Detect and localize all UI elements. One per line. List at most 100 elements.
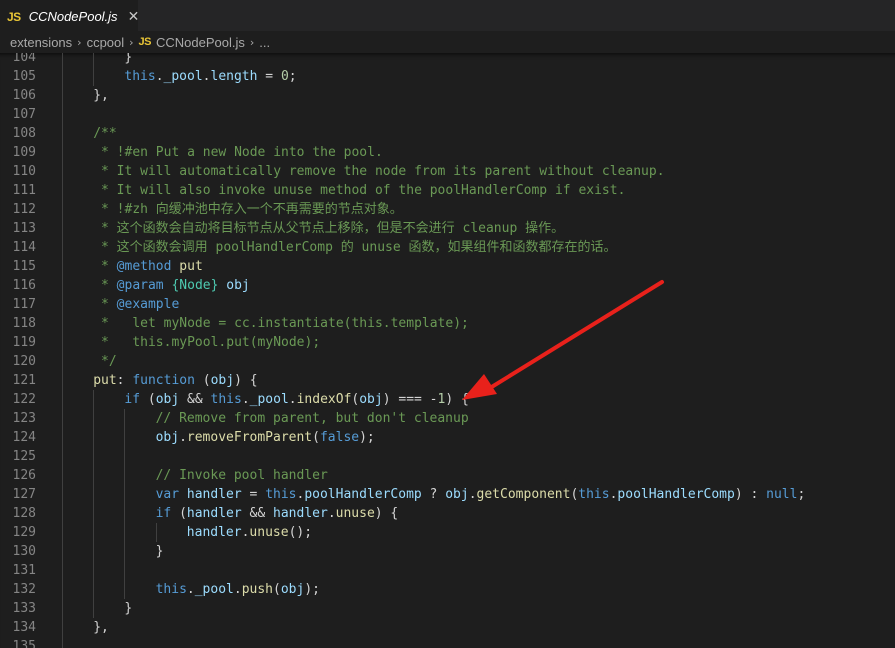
code-line[interactable]: 127 var handler = this. poolHandlerComp ? … xyxy=(0,485,895,504)
line-number: 125 xyxy=(12,449,36,464)
code-line[interactable]: 128 if (handler && handler.unuse) { xyxy=(0,504,895,523)
code-text: }, xyxy=(93,618,109,637)
indent-guide xyxy=(93,542,95,561)
tab-ccnodepool[interactable]: JS CCNodePool.js ✕ xyxy=(0,0,140,32)
line-number: 110 xyxy=(12,164,36,179)
indent-guide xyxy=(62,143,63,162)
code-token: * this.myPool.put(myNode); xyxy=(93,335,321,350)
line-number: 119 xyxy=(12,335,36,350)
line-number: 113 xyxy=(12,221,36,236)
breadcrumb-ccpool[interactable]: ccpool xyxy=(87,35,125,50)
code-text: this._pool.length = 0; xyxy=(124,67,296,86)
indent-guide xyxy=(62,371,63,390)
code-line[interactable]: 115 * @method put xyxy=(0,257,895,276)
code-token: * let myNode = cc.instantiate(this.templ… xyxy=(93,316,469,331)
close-icon[interactable]: ✕ xyxy=(128,9,140,25)
indent-guide xyxy=(62,580,63,599)
code-token: . xyxy=(468,487,477,502)
code-token: ( xyxy=(312,430,320,445)
code-text: * @example xyxy=(93,295,179,314)
code-line[interactable]: 112 * !#zh 向缓冲池中存入一个不再需要的节点对象。 xyxy=(0,200,895,219)
breadcrumb-symbol[interactable]: ... xyxy=(259,35,270,50)
indent-guide xyxy=(62,314,63,333)
code-text: var handler = this. poolHandlerComp ? obj… xyxy=(156,485,806,504)
code-line[interactable]: 131 xyxy=(0,561,895,580)
code-text: // Remove from parent, but don't cleanup xyxy=(156,409,469,428)
code-token: unuse xyxy=(335,506,375,521)
code-line[interactable]: 111 * It will also invoke unuse method o… xyxy=(0,181,895,200)
code-token: false xyxy=(319,430,360,445)
code-token: . xyxy=(327,506,336,521)
code-token: . xyxy=(202,69,211,84)
code-editor[interactable]: 104} 105 this._pool.length = 0; 106}, 107 108… xyxy=(0,53,895,648)
code-line[interactable]: 105 this._pool.length = 0; xyxy=(0,67,895,86)
code-line[interactable]: 109 * !#en Put a new Node into the pool. xyxy=(0,143,895,162)
code-line[interactable]: 108 /** xyxy=(0,124,895,143)
code-line[interactable]: 118 * let myNode = cc.instantiate(this.t… xyxy=(0,314,895,333)
code-line[interactable]: 123 // Remove from parent, but don't clea… xyxy=(0,409,895,428)
code-line[interactable]: 104} xyxy=(0,53,895,67)
code-token: function xyxy=(132,373,195,388)
indent-guide xyxy=(124,580,126,599)
code-line[interactable]: 125 xyxy=(0,447,895,466)
code-line[interactable]: 130} xyxy=(0,542,895,561)
code-token: if xyxy=(124,392,141,407)
code-line[interactable]: 134}, xyxy=(0,618,895,637)
code-token: // Remove from parent, but don't cleanup xyxy=(155,411,469,426)
line-number: 121 xyxy=(12,373,36,388)
code-line[interactable]: 122 if (obj && this._pool.indexOf(obj) ==… xyxy=(0,390,895,409)
code-token: null xyxy=(766,487,798,502)
code-text: * !#zh 向缓冲池中存入一个不再需要的节点对象。 xyxy=(93,200,403,219)
code-line[interactable]: 114 * 这个函数会调用 poolHandlerComp 的 unuse 函数… xyxy=(0,238,895,257)
code-line[interactable]: 133} xyxy=(0,599,895,618)
code-token: ) : xyxy=(734,487,767,502)
line-number: 133 xyxy=(12,601,36,616)
code-line[interactable]: 107 xyxy=(0,105,895,124)
line-number: 117 xyxy=(12,297,36,312)
code-line[interactable]: 124 obj.removeFromParent(false); xyxy=(0,428,895,447)
line-number: 108 xyxy=(12,126,36,141)
code-text: if (obj && this._pool.indexOf(obj) === -… xyxy=(124,390,468,409)
indent-guide xyxy=(124,504,126,523)
indent-guide xyxy=(93,53,95,67)
indent-guide xyxy=(62,409,63,428)
code-token: obj xyxy=(210,373,235,388)
indent-guide xyxy=(62,238,63,257)
code-line[interactable]: 126 // Invoke pool handler xyxy=(0,466,895,485)
code-token: if xyxy=(155,506,172,521)
js-file-icon: JS xyxy=(7,9,21,24)
code-line[interactable]: 110 * It will automatically remove the n… xyxy=(0,162,895,181)
code-line[interactable]: 135 xyxy=(0,637,895,648)
code-token: unuse xyxy=(249,525,289,540)
line-number: 131 xyxy=(12,563,36,578)
breadcrumb-file[interactable]: CCNodePool.js xyxy=(156,35,245,50)
indent-guide xyxy=(62,219,63,238)
indent-guide xyxy=(62,181,63,200)
code-line[interactable]: 106}, xyxy=(0,86,895,105)
code-token: var xyxy=(155,487,180,502)
code-line[interactable]: 121 put: function (obj) { xyxy=(0,371,895,390)
code-line[interactable]: 132 this._pool.push(obj); xyxy=(0,580,895,599)
code-token: @param xyxy=(116,278,164,293)
code-line[interactable]: 120 */ xyxy=(0,352,895,371)
code-token: this xyxy=(578,487,610,502)
code-line[interactable]: 117 * @example xyxy=(0,295,895,314)
code-text: put: function (obj) { xyxy=(93,371,257,390)
code-token: this xyxy=(265,487,297,502)
code-token: ); xyxy=(304,582,320,597)
breadcrumb-extensions[interactable]: extensions xyxy=(10,35,72,50)
indent-guide xyxy=(93,390,95,409)
code-token: * It will also invoke unuse method of th… xyxy=(93,183,626,198)
js-file-icon: JS xyxy=(138,36,152,48)
indent-guide xyxy=(62,352,63,371)
code-token: {Node} xyxy=(171,278,219,293)
code-token: ); xyxy=(359,430,375,445)
code-text: * let myNode = cc.instantiate(this.templ… xyxy=(93,314,469,333)
code-line[interactable]: 129 handler.unuse(); xyxy=(0,523,895,542)
code-token: : xyxy=(116,373,133,388)
indent-guide xyxy=(124,409,126,428)
code-line[interactable]: 116 * @param {Node} obj xyxy=(0,276,895,295)
code-line[interactable]: 119 * this.myPool.put(myNode); xyxy=(0,333,895,352)
code-text: } xyxy=(124,53,132,67)
code-line[interactable]: 113 * 这个函数会自动将目标节点从父节点上移除，但是不会进行 cleanup… xyxy=(0,219,895,238)
